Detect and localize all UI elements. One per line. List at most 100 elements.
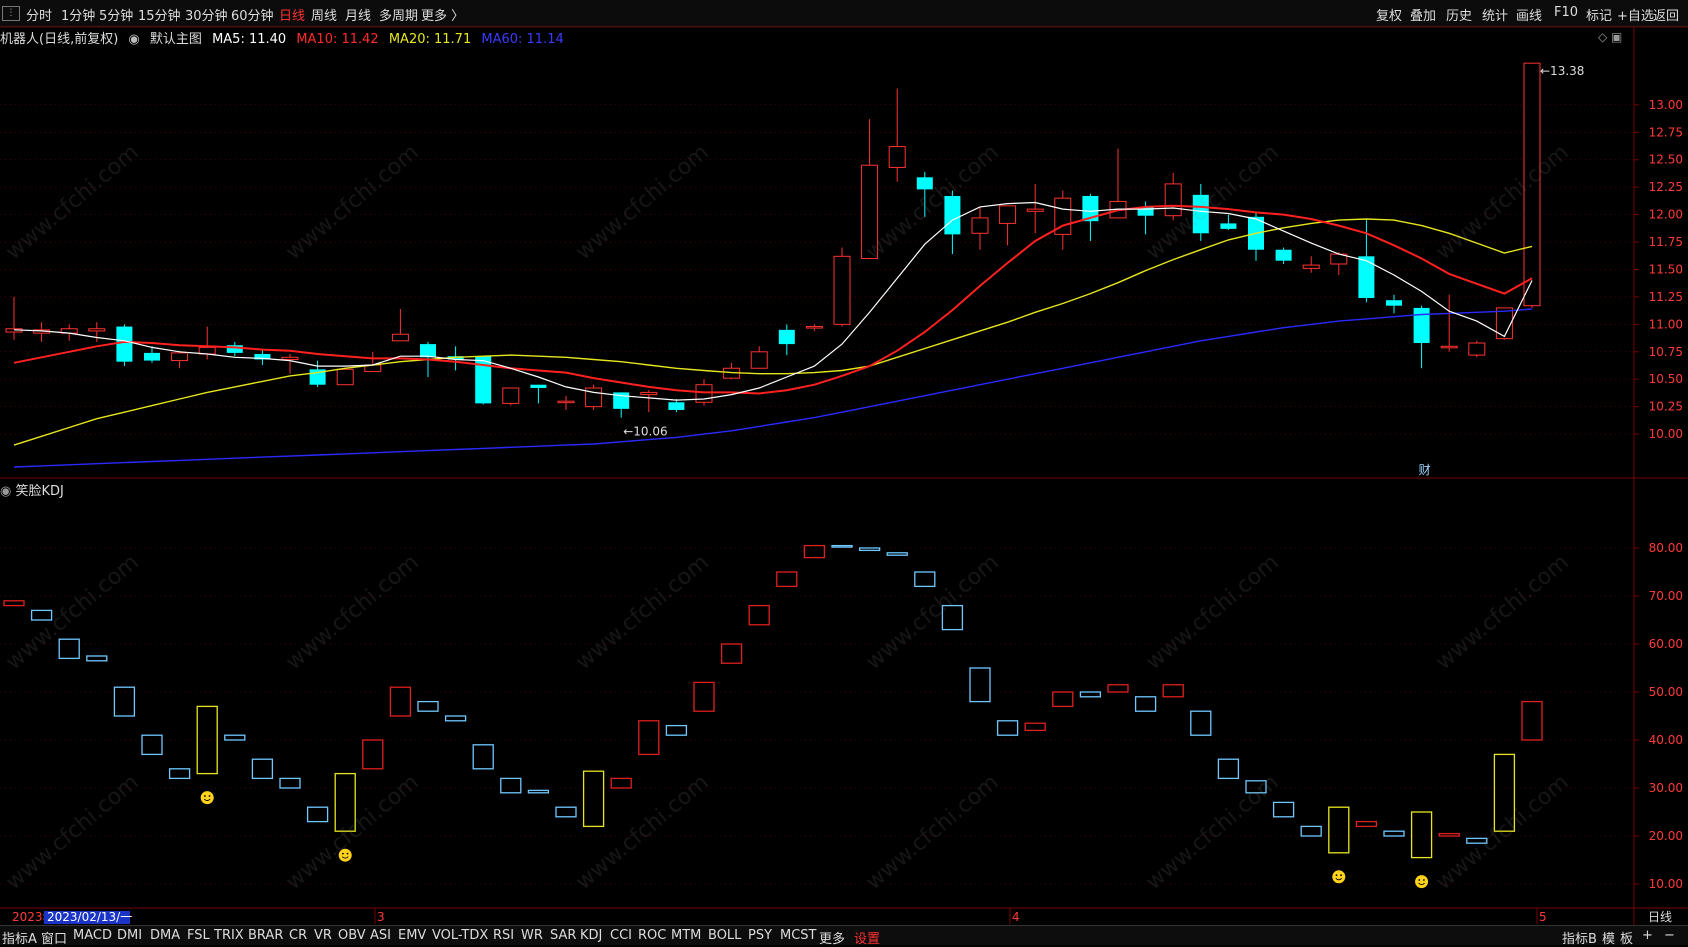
ma10-line bbox=[13, 204, 1533, 395]
smile-eye bbox=[1340, 874, 1342, 877]
kdj-bar bbox=[1466, 837, 1488, 844]
kdj-bar bbox=[610, 777, 632, 789]
indicator-tab-18[interactable]: CCI bbox=[610, 928, 632, 943]
indicator-tab-4[interactable]: DMA bbox=[150, 928, 180, 943]
kdj-bar bbox=[1493, 753, 1516, 832]
month-label: 3 bbox=[377, 910, 385, 924]
price-tick-label: 11.50 bbox=[1649, 262, 1683, 276]
indicator-tab-17[interactable]: KDJ bbox=[580, 928, 602, 943]
indicator-b-control-0[interactable]: 指标B bbox=[1562, 928, 1597, 947]
kdj-tick-label: 40.00 bbox=[1649, 733, 1683, 747]
finance-marker: 财 bbox=[1419, 463, 1431, 477]
candle-body-down bbox=[475, 356, 492, 404]
kdj-bar bbox=[1107, 684, 1129, 693]
smile-face-icon bbox=[200, 791, 214, 805]
candle-body-up bbox=[1302, 264, 1320, 269]
kdj-bar bbox=[776, 571, 798, 588]
candle-body-down bbox=[944, 195, 961, 235]
smile-eye bbox=[346, 852, 349, 855]
indicator-tab-2[interactable]: MACD bbox=[73, 928, 112, 943]
kdj-bar bbox=[1328, 806, 1350, 854]
indicator-tab-16[interactable]: SAR bbox=[550, 928, 576, 943]
candle-body-up bbox=[88, 328, 106, 332]
kdj-bar bbox=[803, 544, 826, 559]
candle-body-up bbox=[999, 205, 1017, 224]
kdj-bar bbox=[693, 681, 715, 712]
indicator-b-control-4[interactable]: − bbox=[1664, 928, 1675, 943]
indicator-tab-22[interactable]: PSY bbox=[748, 928, 772, 943]
candle-body-down bbox=[1220, 223, 1237, 229]
candle-body-down bbox=[1192, 194, 1209, 234]
indicator-tab-13[interactable]: VOL-TDX bbox=[432, 928, 488, 943]
kdj-bar bbox=[1438, 832, 1460, 837]
smile-eye bbox=[204, 795, 206, 797]
candle-body-up bbox=[1026, 208, 1044, 212]
price-tick-label: 11.00 bbox=[1649, 317, 1683, 331]
indicator-b-control-3[interactable]: + bbox=[1642, 928, 1653, 943]
kdj-bar bbox=[3, 600, 25, 607]
indicator-tab-15[interactable]: WR bbox=[521, 928, 543, 943]
candle-body-down bbox=[1386, 300, 1402, 306]
indicator-tab-1[interactable]: 窗口 bbox=[41, 928, 67, 947]
indicator-tab-7[interactable]: BRAR bbox=[248, 928, 283, 943]
indicator-tab-5[interactable]: FSL bbox=[187, 928, 210, 943]
indicator-tab-12[interactable]: EMV bbox=[398, 928, 426, 943]
indicator-b-control-1[interactable]: 模 bbox=[1602, 928, 1615, 947]
indicator-tab-25[interactable]: 设置 bbox=[854, 928, 880, 947]
kdj-bar bbox=[1162, 684, 1184, 698]
kdj-bar bbox=[279, 777, 301, 789]
indicator-tab-10[interactable]: OBV bbox=[338, 928, 366, 943]
candle-body-down bbox=[1358, 256, 1375, 299]
candle-body-down bbox=[668, 402, 685, 410]
price-tick-label: 12.25 bbox=[1649, 180, 1683, 194]
date-cursor-label: 2023/02/13/一 bbox=[47, 910, 132, 924]
indicator-tab-8[interactable]: CR bbox=[289, 928, 307, 943]
candle-body-down bbox=[530, 384, 547, 389]
candle-body-down bbox=[116, 326, 133, 362]
indicator-tab-9[interactable]: VR bbox=[314, 928, 332, 943]
month-label: 4 bbox=[1012, 910, 1020, 924]
smile-eye bbox=[1423, 879, 1425, 881]
indicator-tab-14[interactable]: RSI bbox=[493, 928, 514, 943]
smile-eye bbox=[1335, 874, 1338, 877]
indicator-tab-23[interactable]: MCST bbox=[780, 928, 817, 943]
kdj-bar bbox=[58, 638, 80, 660]
kdj-tick-label: 10.00 bbox=[1649, 877, 1683, 891]
candle-body-up bbox=[391, 333, 409, 342]
kdj-bar bbox=[472, 744, 494, 770]
indicator-tab-11[interactable]: ASI bbox=[370, 928, 391, 943]
kdj-bar bbox=[582, 770, 605, 828]
kdj-bar bbox=[1190, 710, 1212, 736]
indicator-tab-21[interactable]: BOLL bbox=[708, 928, 741, 943]
indicator-tab-0[interactable]: 指标A bbox=[2, 928, 37, 947]
candle-body-down bbox=[778, 329, 795, 345]
indicator-tab-6[interactable]: TRIX bbox=[214, 928, 244, 943]
candle-body-down bbox=[1275, 249, 1292, 261]
indicator-tab-24[interactable]: 更多 bbox=[819, 928, 845, 947]
high-price-label: ←13.38 bbox=[1540, 64, 1584, 78]
kdj-bar bbox=[389, 686, 412, 717]
kdj-tick-label: 50.00 bbox=[1649, 685, 1683, 699]
kdj-bar bbox=[720, 643, 743, 664]
candle-body-up bbox=[171, 352, 189, 362]
indicator-tab-19[interactable]: ROC bbox=[638, 928, 666, 943]
kdj-bar bbox=[1383, 830, 1405, 837]
ma5-line bbox=[13, 201, 1533, 401]
price-tick-label: 10.75 bbox=[1649, 345, 1683, 359]
kdj-bar bbox=[748, 604, 770, 626]
smile-eye bbox=[342, 852, 344, 855]
indicator-tab-20[interactable]: MTM bbox=[671, 928, 701, 943]
candle-body-up bbox=[281, 356, 299, 360]
indicator-b-control-2[interactable]: 板 bbox=[1620, 928, 1633, 947]
kdj-bar bbox=[1355, 820, 1378, 828]
kdj-bar bbox=[996, 720, 1019, 736]
indicator-tab-3[interactable]: DMI bbox=[117, 928, 142, 943]
kdj-bar bbox=[1024, 722, 1046, 732]
candle-body-down bbox=[916, 177, 933, 190]
kdj-bar bbox=[1521, 700, 1543, 741]
kdj-bar bbox=[1134, 696, 1157, 712]
price-tick-label: 12.00 bbox=[1649, 208, 1683, 222]
kdj-bar bbox=[86, 655, 108, 662]
chart-canvas[interactable]: 10.00 10.25 10.50 10.75 11.00 11.25 11.50 11.75… bbox=[0, 0, 1688, 944]
kdj-tick-label: 20.00 bbox=[1649, 829, 1683, 843]
